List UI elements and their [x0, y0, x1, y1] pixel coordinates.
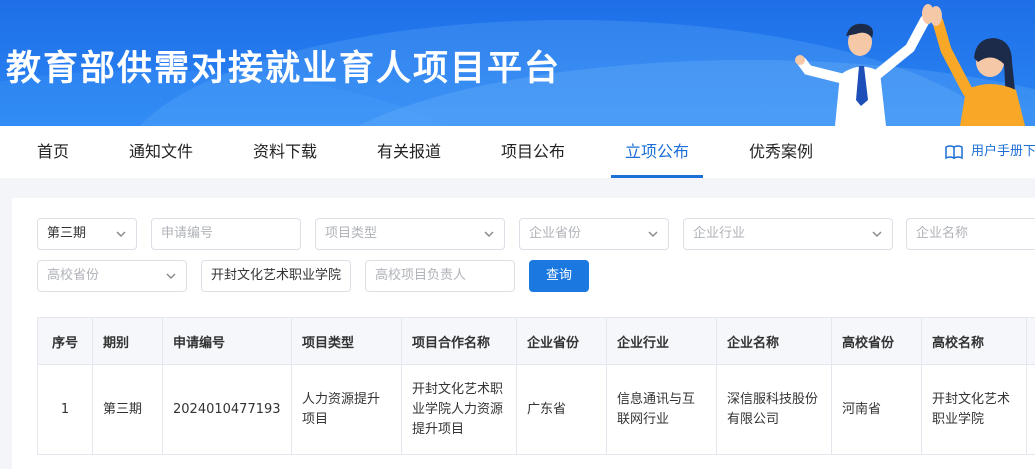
nav-item-excellent-cases[interactable]: 优秀案例: [749, 126, 813, 178]
table-cell-project-name: 开封文化艺术职业学院人力资源提升项目: [402, 365, 517, 455]
nav-item-approval-announcements[interactable]: 立项公布: [625, 126, 689, 178]
query-button[interactable]: 查询: [529, 260, 589, 292]
results-table: 序号 期别 申请编号 项目类型 项目合作名称 企业省份 企业行业 企业名称 高校…: [37, 317, 1035, 455]
apply-no-placeholder: 申请编号: [161, 226, 214, 241]
high-five-illustration-icon: [795, 4, 1025, 126]
chevron-down-icon: [648, 231, 658, 237]
chevron-down-icon: [484, 231, 494, 237]
school-name-value: 开封文化艺术职业学院: [211, 268, 342, 283]
company-industry-placeholder: 企业行业: [693, 226, 746, 241]
table-cell-company-province: 广东省: [517, 365, 607, 455]
book-icon: [945, 145, 963, 159]
table-cell-period: 第三期: [93, 365, 163, 455]
nav-item-notices[interactable]: 通知文件: [129, 126, 193, 178]
nav-item-project-announcements[interactable]: 项目公布: [501, 126, 565, 178]
chevron-down-icon: [872, 231, 882, 237]
apply-no-input[interactable]: 申请编号: [151, 218, 301, 250]
company-name-input[interactable]: 企业名称: [906, 218, 1035, 250]
period-select[interactable]: 第三期: [37, 218, 137, 250]
nav-item-downloads[interactable]: 资料下载: [253, 126, 317, 178]
site-title: 教育部供需对接就业育人项目平台: [6, 49, 562, 89]
user-manual-label: 用户手册下: [971, 144, 1035, 159]
chevron-down-icon: [166, 273, 176, 279]
nav-active-indicator: [611, 175, 703, 178]
user-manual-link[interactable]: 用户手册下: [945, 126, 1035, 178]
school-leader-placeholder: 高校项目负责人: [375, 268, 467, 283]
school-province-select[interactable]: 高校省份: [37, 260, 187, 292]
table-cell-company-industry: 信息通讯与互联网行业: [607, 365, 717, 455]
table-header: 序号 期别 申请编号 项目类型 项目合作名称 企业省份 企业行业 企业名称 高校…: [38, 318, 1035, 365]
company-industry-select[interactable]: 企业行业: [683, 218, 893, 250]
col-header-apply-no: 申请编号: [163, 318, 292, 364]
table-cell-school-name: 开封文化艺术职业学院: [922, 365, 1027, 455]
col-header-index: 序号: [38, 318, 93, 364]
company-name-placeholder: 企业名称: [916, 226, 969, 241]
col-header-project-type: 项目类型: [292, 318, 402, 364]
col-header-school-province: 高校省份: [832, 318, 922, 364]
company-province-placeholder: 企业省份: [529, 226, 582, 241]
chevron-down-icon: [116, 231, 126, 237]
company-province-select[interactable]: 企业省份: [519, 218, 669, 250]
col-header-period: 期别: [93, 318, 163, 364]
nav-item-reports[interactable]: 有关报道: [377, 126, 441, 178]
project-type-placeholder: 项目类型: [325, 226, 378, 241]
table-cell-school-province: 河南省: [832, 365, 922, 455]
col-header-company-industry: 企业行业: [607, 318, 717, 364]
table-cell-company-name: 深信服科技股份有限公司: [717, 365, 832, 455]
col-header-school-name: 高校名称: [922, 318, 1027, 364]
header-banner: 教育部供需对接就业育人项目平台: [0, 0, 1035, 126]
project-type-select[interactable]: 项目类型: [315, 218, 505, 250]
col-header-company-province: 企业省份: [517, 318, 607, 364]
table-cell-project-type: 人力资源提升项目: [292, 365, 402, 455]
period-value: 第三期: [47, 226, 87, 241]
col-header-project-name: 项目合作名称: [402, 318, 517, 364]
main-nav: 首页 通知文件 资料下载 有关报道 项目公布 立项公布 优秀案例: [0, 126, 1035, 178]
school-name-input[interactable]: 开封文化艺术职业学院: [201, 260, 351, 292]
col-header-company-name: 企业名称: [717, 318, 832, 364]
nav-item-home[interactable]: 首页: [37, 126, 69, 178]
table-cell-apply-no: 2024010477193: [163, 365, 292, 455]
school-province-placeholder: 高校省份: [47, 268, 100, 283]
school-leader-input[interactable]: 高校项目负责人: [365, 260, 515, 292]
table-cell-index: 1: [38, 365, 93, 455]
